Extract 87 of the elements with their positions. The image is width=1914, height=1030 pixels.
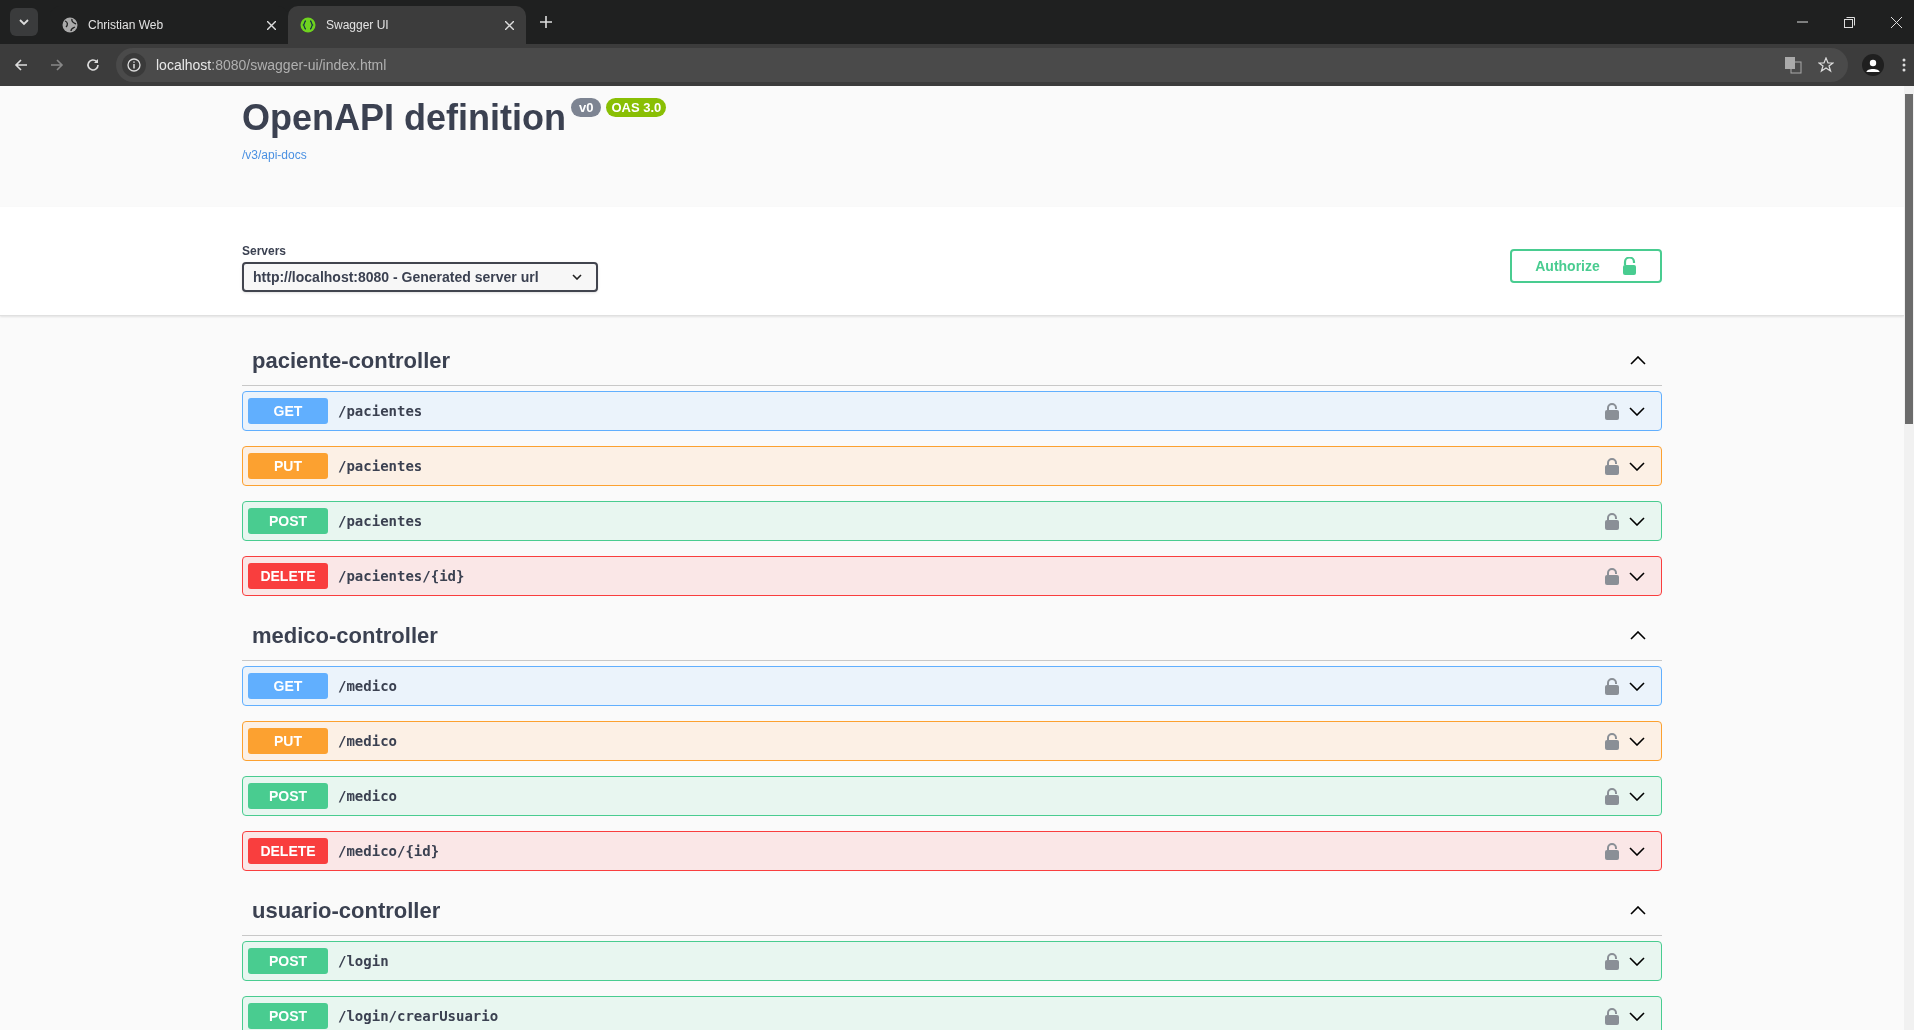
path-text: /medico	[338, 786, 398, 806]
padlock-icon[interactable]	[1605, 1007, 1619, 1025]
chevron-up-icon[interactable]	[1630, 906, 1646, 915]
close-icon[interactable]	[505, 20, 514, 30]
path-text: /medico	[338, 731, 398, 751]
operation-row[interactable]: GET /pacientes	[242, 391, 1662, 431]
tab-title: Swagger UI	[326, 17, 390, 34]
padlock-icon[interactable]	[1605, 567, 1619, 585]
padlock-icon[interactable]	[1605, 732, 1619, 750]
chevron-down-icon[interactable]	[1629, 791, 1645, 801]
new-tab-icon[interactable]	[540, 16, 552, 28]
info-icon[interactable]	[127, 58, 141, 72]
padlock-icon[interactable]	[1605, 677, 1619, 695]
api-title: OpenAPI definition	[242, 96, 566, 140]
method-badge: GET	[248, 398, 328, 424]
more-icon[interactable]	[1902, 58, 1906, 72]
star-icon[interactable]	[1818, 57, 1834, 73]
method-badge: POST	[248, 783, 328, 809]
path-text: /login/crearUsuario	[338, 1006, 500, 1026]
close-icon[interactable]	[267, 20, 276, 30]
servers-label: Servers	[242, 243, 288, 260]
tag-heading[interactable]: usuario-controller	[252, 894, 441, 927]
forward-icon[interactable]	[50, 58, 64, 72]
operation-row[interactable]: PUT /pacientes	[242, 446, 1662, 486]
browser-tab[interactable]: Swagger UI	[288, 6, 526, 44]
restore-icon[interactable]	[1844, 16, 1855, 28]
operation-row[interactable]: DELETE /pacientes/{id}	[242, 556, 1662, 596]
operation-row[interactable]: GET /medico	[242, 666, 1662, 706]
path-text: /pacientes	[338, 401, 424, 421]
chevron-down-icon[interactable]	[1629, 406, 1645, 416]
padlock-icon[interactable]	[1605, 512, 1619, 530]
close-icon[interactable]	[1891, 16, 1902, 28]
address-bar[interactable]: localhost:8080/swagger-ui/index.html	[116, 48, 1848, 82]
chevron-down-icon[interactable]	[1629, 461, 1645, 471]
method-badge: PUT	[248, 453, 328, 479]
chevron-down-icon	[19, 18, 29, 26]
chevron-down-icon[interactable]	[1629, 956, 1645, 966]
operation-row[interactable]: POST /login/crearUsuario	[242, 996, 1662, 1030]
translate-icon[interactable]	[1784, 56, 1802, 74]
chevron-up-icon[interactable]	[1630, 356, 1646, 365]
operation-row[interactable]: POST /pacientes	[242, 501, 1662, 541]
method-badge: POST	[248, 508, 328, 534]
chevron-down-icon[interactable]	[1629, 736, 1645, 746]
path-text: /medico	[338, 676, 398, 696]
path-text: /pacientes/{id}	[338, 566, 466, 586]
tab-list-button[interactable]	[10, 8, 38, 36]
operation-row[interactable]: PUT /medico	[242, 721, 1662, 761]
operation-row[interactable]: POST /medico	[242, 776, 1662, 816]
reload-icon[interactable]	[86, 58, 100, 72]
oas-badge: OAS 3.0	[606, 98, 667, 117]
padlock-icon[interactable]	[1605, 457, 1619, 475]
person-icon	[1866, 58, 1880, 72]
operation-row[interactable]: DELETE /medico/{id}	[242, 831, 1662, 871]
tag-heading[interactable]: medico-controller	[252, 619, 438, 652]
padlock-icon[interactable]	[1605, 787, 1619, 805]
chevron-up-icon[interactable]	[1630, 631, 1646, 640]
server-select[interactable]: http://localhost:8080 - Generated server url	[242, 262, 598, 292]
method-badge: POST	[248, 948, 328, 974]
method-badge: DELETE	[248, 563, 328, 589]
method-badge: DELETE	[248, 838, 328, 864]
method-badge: PUT	[248, 728, 328, 754]
url-text: localhost:8080/swagger-ui/index.html	[156, 55, 387, 75]
chevron-down-icon[interactable]	[1629, 681, 1645, 691]
back-icon[interactable]	[14, 58, 28, 72]
chevron-down-icon[interactable]	[1629, 1011, 1645, 1021]
tab-title: Christian Web	[88, 17, 165, 34]
method-badge: GET	[248, 673, 328, 699]
profile-button[interactable]	[1862, 54, 1884, 76]
chevron-down-icon	[572, 274, 582, 280]
padlock-icon	[1621, 257, 1637, 275]
tag-heading[interactable]: paciente-controller	[252, 344, 451, 377]
path-text: /pacientes	[338, 456, 424, 476]
operation-row[interactable]: POST /login	[242, 941, 1662, 981]
path-text: /medico/{id}	[338, 841, 441, 861]
path-text: /pacientes	[338, 511, 424, 531]
chevron-down-icon[interactable]	[1629, 571, 1645, 581]
chevron-down-icon[interactable]	[1629, 846, 1645, 856]
globe-icon	[62, 17, 78, 33]
padlock-icon[interactable]	[1605, 842, 1619, 860]
padlock-icon[interactable]	[1605, 402, 1619, 420]
padlock-icon[interactable]	[1605, 952, 1619, 970]
chevron-down-icon[interactable]	[1629, 516, 1645, 526]
version-badge: v0	[571, 98, 602, 117]
path-text: /login	[338, 951, 390, 971]
swagger-logo-icon	[300, 17, 316, 33]
method-badge: POST	[248, 1003, 328, 1029]
scrollbar-thumb[interactable]	[1905, 94, 1913, 424]
